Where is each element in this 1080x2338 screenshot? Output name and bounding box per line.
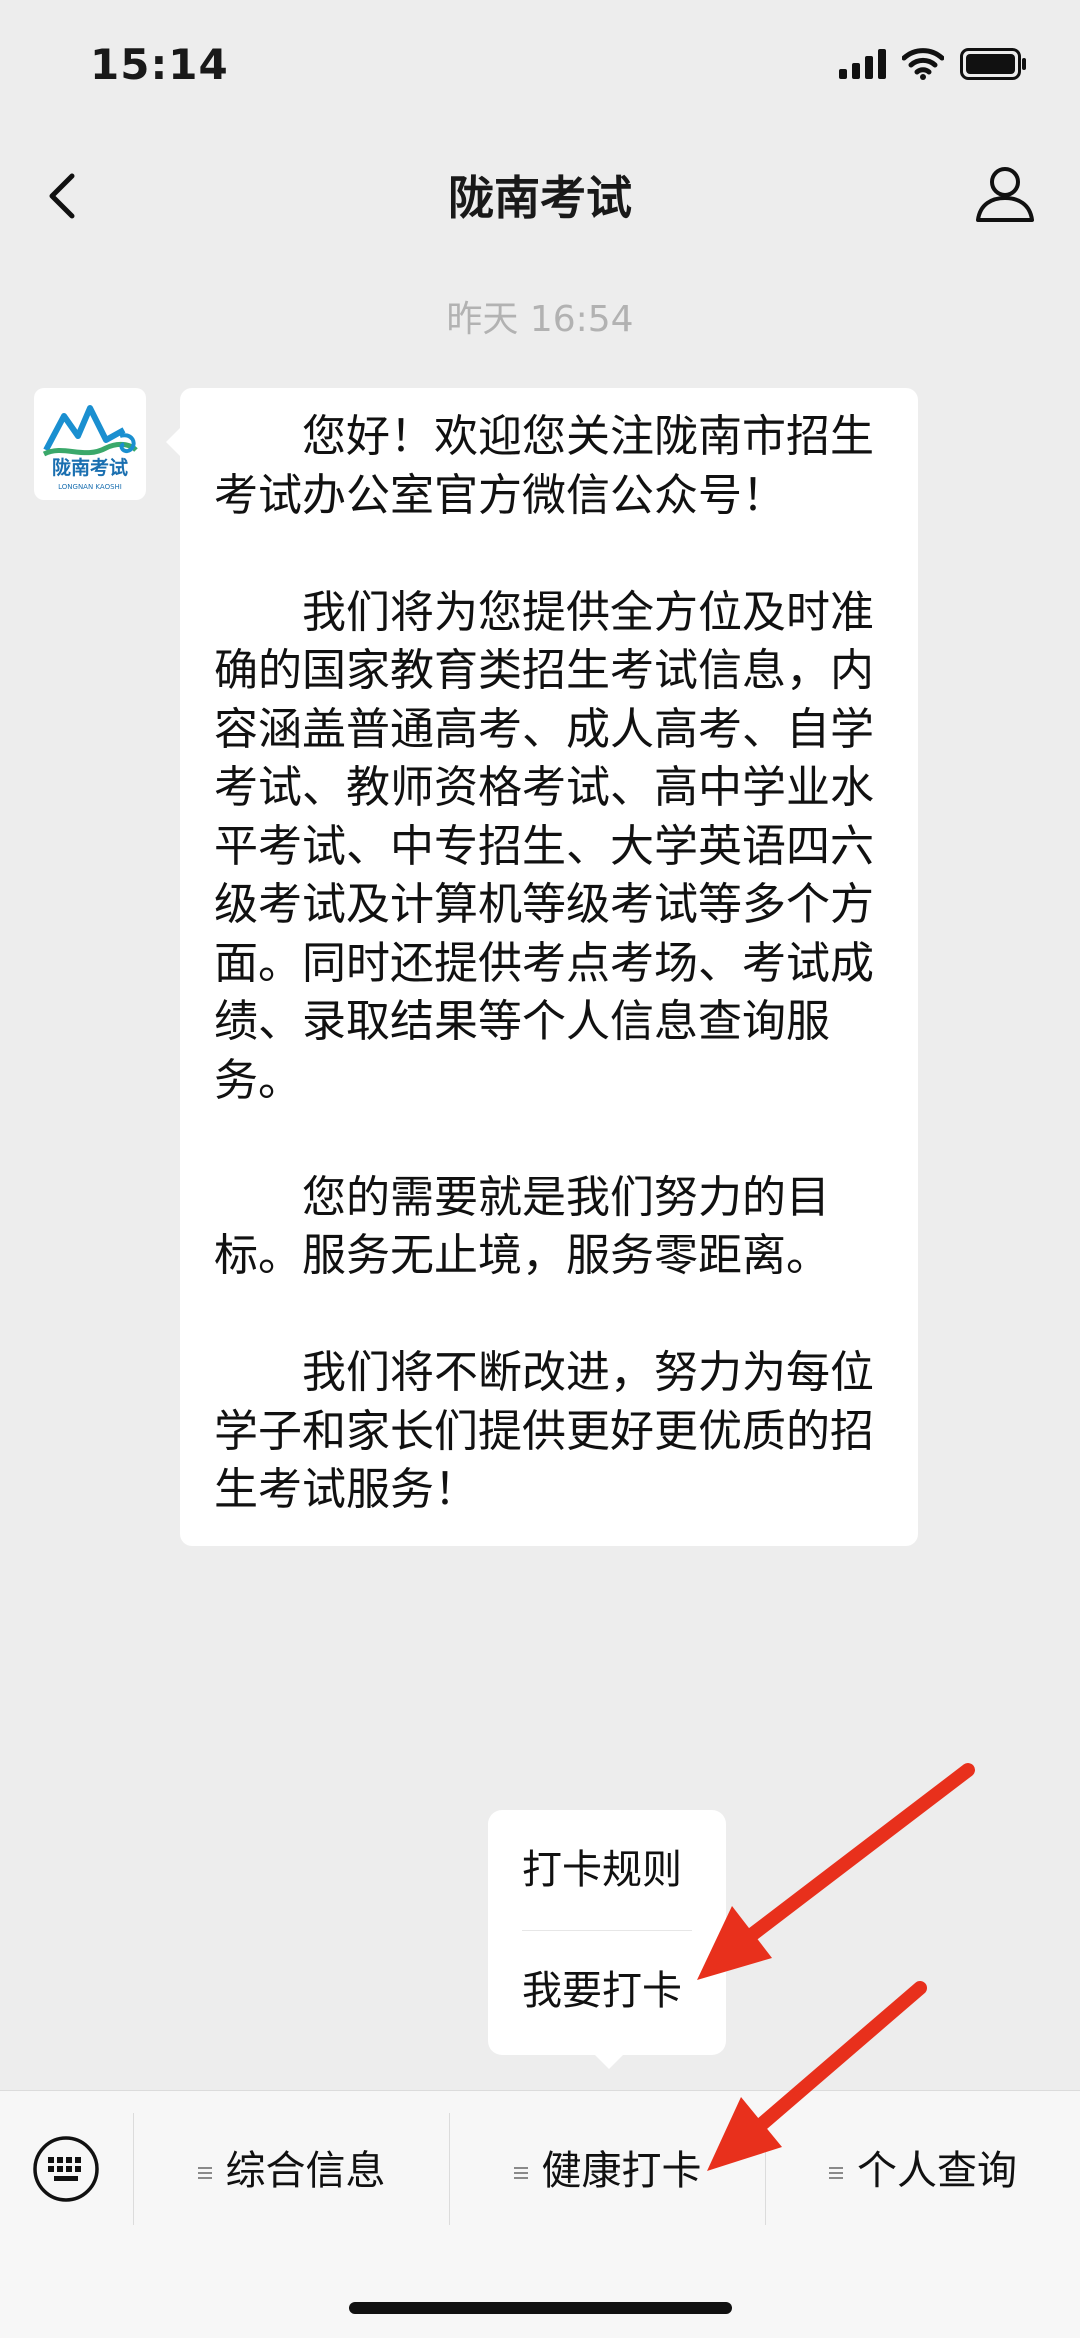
arrow-to-checkin-icon: [697, 1763, 975, 1980]
message-paragraph: 我们将为您提供全方位及时准确的国家教育类招生考试信息，内容涵盖普通高考、成人高考…: [214, 586, 874, 1106]
menu-item-label: 健康打卡: [541, 2148, 702, 2194]
menu-icon: [829, 2164, 843, 2182]
menu-item-general-info[interactable]: 综合信息: [134, 2101, 449, 2241]
battery-icon: [960, 48, 1026, 80]
submenu-item-checkin[interactable]: 我要打卡: [522, 1930, 692, 2051]
keyboard-icon[interactable]: [32, 2135, 100, 2203]
submenu-item-checkin-rules[interactable]: 打卡规则: [522, 1810, 692, 1930]
wifi-icon: [902, 48, 944, 80]
bottom-menu-bar: 综合信息 健康打卡 个人查询: [0, 2090, 1080, 2338]
nav-bar: 陇南考试: [0, 130, 1080, 255]
message-paragraph: 您好！欢迎您关注陇南市招生考试办公室官方微信公众号！: [214, 411, 874, 521]
status-icons: [839, 48, 1028, 80]
page-title: 陇南考试: [448, 171, 632, 225]
menu-icon: [513, 2164, 528, 2182]
message-paragraph: 您的需要就是我们努力的目标。服务无止境，服务零距离。: [214, 1171, 830, 1282]
longnan-kaoshi-logo-icon: 陇南考试 LONGNAN KAOSHI: [42, 405, 138, 491]
cellular-signal-icon: [839, 49, 886, 79]
menu-item-label: 综合信息: [225, 2148, 386, 2194]
submenu-popup: 打卡规则 我要打卡: [488, 1810, 726, 2069]
status-bar: 15:14: [0, 0, 1080, 130]
message-paragraph: 我们将不断改进，努力为每位学子和家长们提供更好更优质的招生考试服务！: [214, 1347, 874, 1515]
message-timestamp: 昨天 16:54: [446, 299, 634, 340]
status-time: 15:14: [90, 40, 229, 89]
menu-item-health-checkin[interactable]: 健康打卡: [450, 2101, 765, 2241]
profile-icon[interactable]: [970, 160, 1040, 230]
home-indicator: [349, 2302, 732, 2314]
menu-item-label: 个人查询: [857, 2148, 1017, 2194]
menu-item-personal-query[interactable]: 个人查询: [766, 2101, 1080, 2241]
account-avatar[interactable]: 陇南考试 LONGNAN KAOSHI: [34, 388, 146, 500]
message-bubble: 您好！欢迎您关注陇南市招生考试办公室官方微信公众号！ 我们将为您提供全方位及时准…: [166, 388, 918, 1546]
svg-text:陇南考试: 陇南考试: [52, 456, 128, 479]
svg-text:LONGNAN KAOSHI: LONGNAN KAOSHI: [58, 483, 122, 491]
menu-icon: [197, 2164, 212, 2182]
